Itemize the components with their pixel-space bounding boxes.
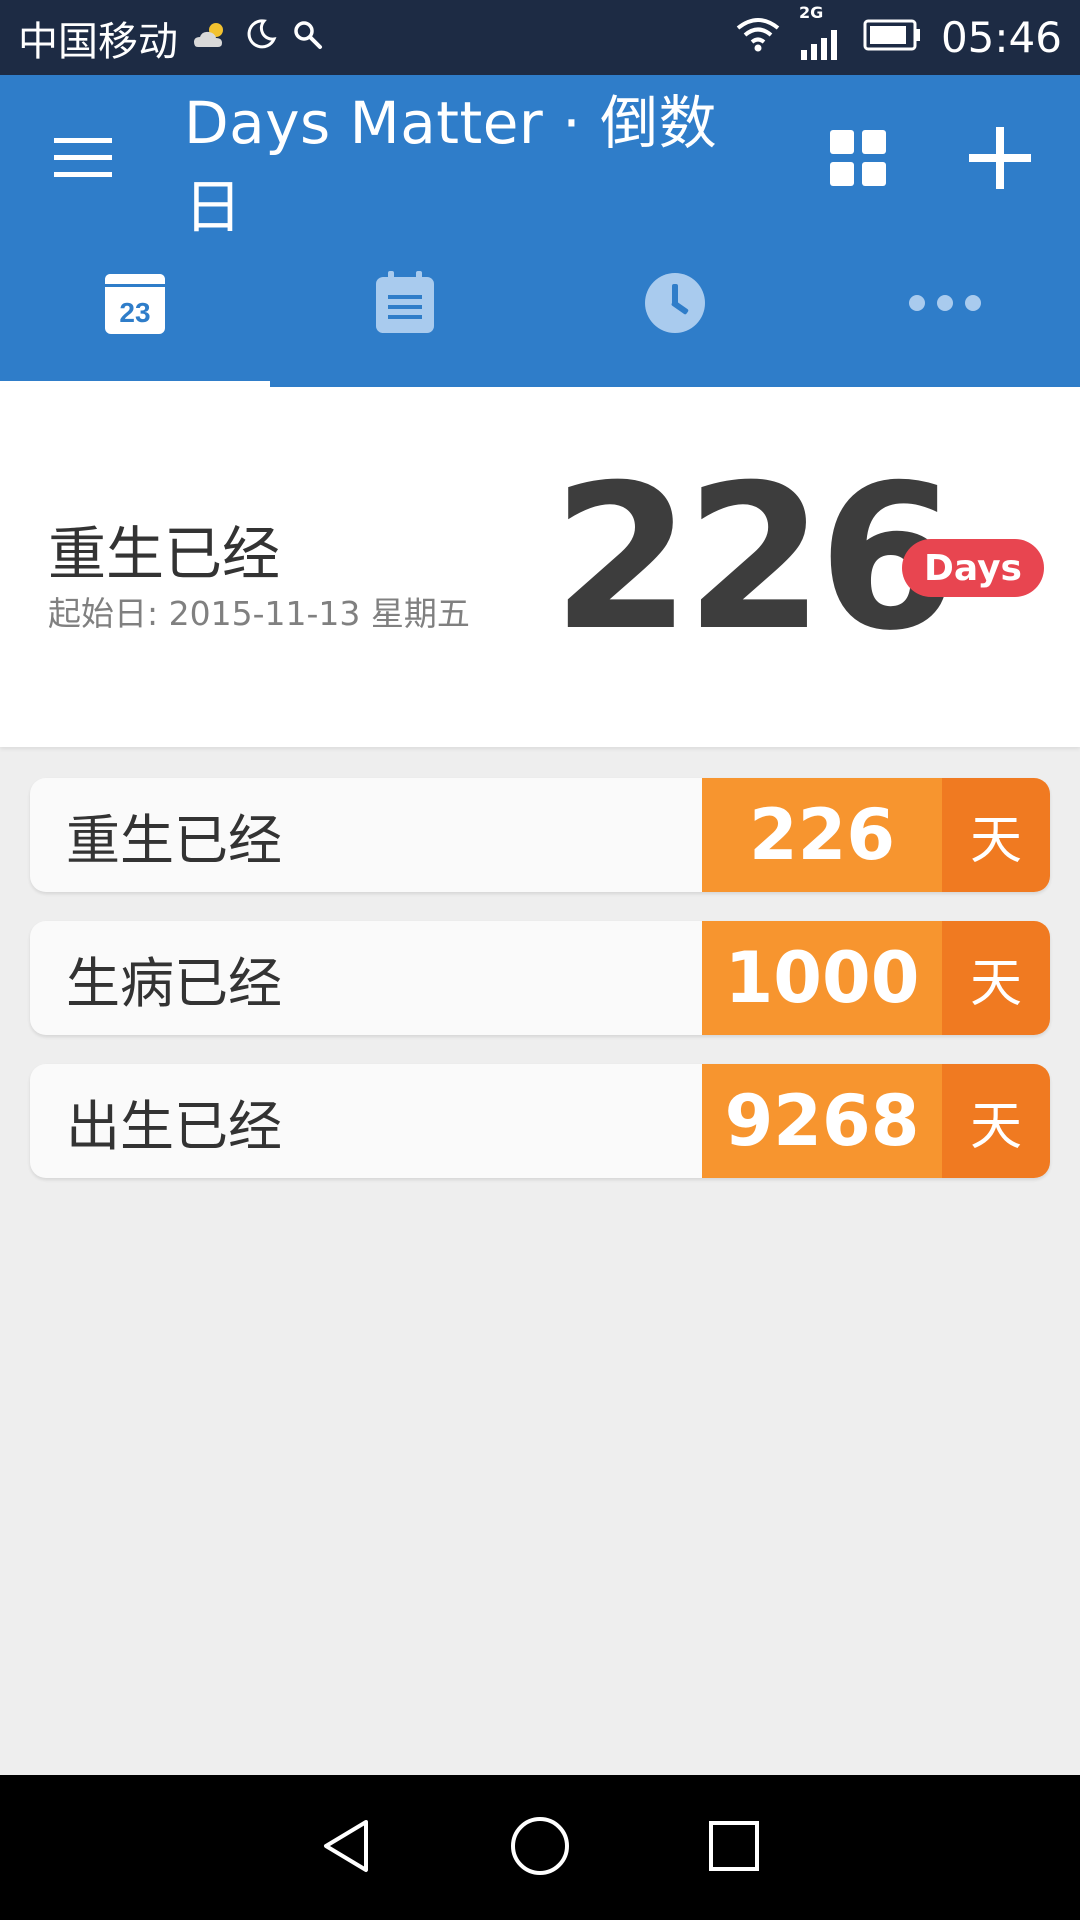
event-list: 重生已经 226 天 生病已经 1000 天 出生已经 9268 天	[30, 778, 1050, 1207]
add-event-button[interactable]	[960, 120, 1040, 200]
event-title: 生病已经	[66, 951, 282, 1015]
list-item[interactable]: 生病已经 1000 天	[30, 921, 1050, 1035]
battery-icon	[863, 13, 923, 62]
clock-icon	[644, 272, 706, 338]
calendar-day-icon: 23	[103, 270, 167, 340]
signal-icon	[799, 21, 845, 70]
back-button[interactable]	[314, 1816, 378, 1880]
home-button[interactable]	[508, 1816, 572, 1880]
tab-days[interactable]: 23	[0, 245, 270, 387]
event-title: 出生已经	[66, 1094, 282, 1158]
recents-button[interactable]	[702, 1816, 766, 1880]
tab-history[interactable]	[540, 245, 810, 387]
featured-event-title: 重生已经	[48, 520, 281, 588]
featured-event-count: 226	[552, 442, 957, 675]
tab-more[interactable]	[810, 245, 1080, 387]
event-unit: 天	[942, 1064, 1050, 1178]
home-circle-icon	[509, 1815, 571, 1881]
grid-icon	[830, 130, 886, 190]
hamburger-menu-icon	[54, 136, 112, 184]
app-title: Days Matter · 倒数日	[184, 89, 718, 241]
back-triangle-icon	[318, 1816, 374, 1880]
toolbar: Days Matter · 倒数日	[0, 75, 1080, 245]
network-type-label: 2G	[798, 3, 824, 22]
event-count: 226	[702, 778, 942, 892]
app-bar: Days Matter · 倒数日 23	[0, 75, 1080, 387]
menu-button[interactable]	[50, 132, 116, 188]
days-badge: Days	[902, 539, 1044, 597]
list-item[interactable]: 重生已经 226 天	[30, 778, 1050, 892]
event-unit: 天	[942, 921, 1050, 1035]
wifi-icon	[735, 13, 781, 62]
search-icon	[292, 15, 324, 61]
signal-indicator: 2G	[799, 5, 845, 70]
tab-events[interactable]	[270, 245, 540, 387]
more-dots-icon	[908, 294, 982, 316]
featured-event-card[interactable]: 重生已经 起始日: 2015-11-13 星期五 226 Days	[0, 387, 1080, 747]
carrier-label: 中国移动	[18, 18, 178, 65]
calendar-list-icon	[374, 271, 436, 339]
recents-square-icon	[707, 1819, 761, 1877]
calendar-day-number: 23	[119, 297, 150, 328]
weather-icon	[192, 15, 230, 61]
featured-event-start-date: 起始日: 2015-11-13 星期五	[48, 594, 470, 633]
system-nav-bar	[0, 1775, 1080, 1920]
event-title: 重生已经	[66, 808, 282, 872]
moon-icon	[244, 15, 278, 61]
plus-icon	[969, 127, 1031, 193]
tab-bar: 23	[0, 245, 1080, 387]
clock-time: 05:46	[940, 13, 1062, 62]
event-count: 9268	[702, 1064, 942, 1178]
grid-view-button[interactable]	[818, 120, 898, 200]
status-bar: 中国移动 2G 05:46	[0, 0, 1080, 75]
event-count: 1000	[702, 921, 942, 1035]
list-item[interactable]: 出生已经 9268 天	[30, 1064, 1050, 1178]
event-unit: 天	[942, 778, 1050, 892]
